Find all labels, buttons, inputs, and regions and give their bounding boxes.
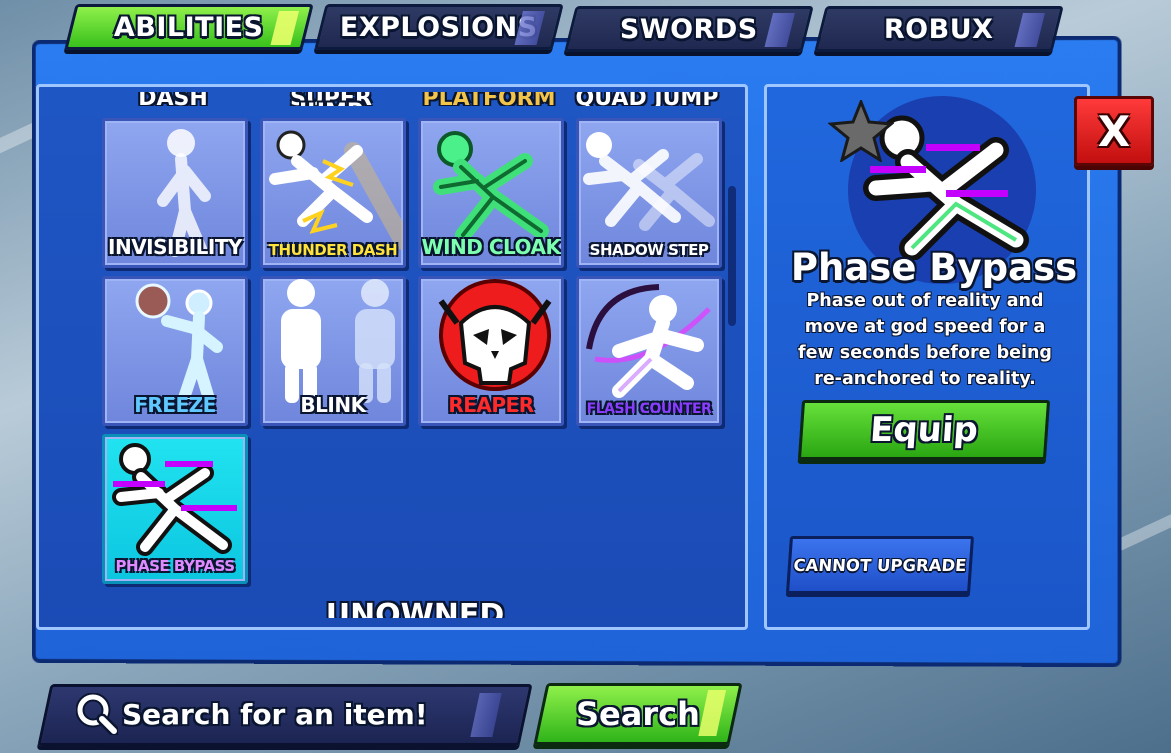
upgrade-label: CANNOT UPGRADE — [792, 555, 968, 575]
tab-explosions[interactable]: EXPLOSIONS — [314, 4, 564, 50]
ability-card-blink[interactable]: BLINK — [260, 276, 406, 426]
star-icon — [828, 100, 894, 162]
equip-button[interactable]: Equip — [797, 400, 1051, 460]
ability-title: Phase Bypass — [790, 246, 1078, 289]
item-label: DASH — [138, 92, 208, 106]
ability-name: WIND CLOAK — [421, 235, 561, 259]
tab-label: ROBUX — [884, 13, 994, 45]
ability-name: BLINK — [300, 393, 366, 417]
ability-name: FREEZE — [134, 393, 216, 417]
tab-label: EXPLOSIONS — [340, 11, 538, 43]
close-button[interactable]: X — [1074, 96, 1154, 166]
ability-card-reaper[interactable]: REAPER — [418, 276, 564, 426]
equip-label: Equip — [868, 410, 980, 450]
search-button[interactable]: Search — [533, 683, 743, 745]
item-label: SUPER JUMP — [290, 92, 372, 106]
list-item[interactable]: QUAD JUMP — [574, 92, 720, 108]
ability-name: THUNDER DASH — [268, 241, 398, 259]
ability-name: FLASH COUNTER — [586, 401, 712, 417]
tab-abilities[interactable]: ABILITIES — [64, 4, 314, 50]
ability-card-invisibility[interactable]: INVISIBILITY — [102, 118, 248, 268]
list-item[interactable]: PLATFORM — [416, 92, 562, 108]
item-label: PLATFORM — [422, 92, 556, 106]
ability-card-freeze[interactable]: FREEZE — [102, 276, 248, 426]
close-icon: X — [1097, 106, 1131, 156]
scrollbar[interactable] — [728, 186, 736, 326]
search-icon — [76, 693, 118, 735]
ability-description: Phase out of reality and move at god spe… — [798, 291, 1052, 389]
section-heading: UNOWNED — [325, 598, 505, 618]
tab-label: SWORDS — [620, 13, 758, 45]
ability-name: REAPER — [448, 393, 534, 417]
ability-name: INVISIBILITY — [108, 235, 242, 259]
tab-swords[interactable]: SWORDS — [564, 6, 814, 52]
ability-card-shadow-step[interactable]: SHADOW STEP — [576, 118, 722, 268]
list-item[interactable]: DASH — [100, 92, 246, 108]
ability-card-phase-bypass[interactable]: PHASE BYPASS — [102, 434, 248, 584]
ability-card-wind-cloak[interactable]: WIND CLOAK — [418, 118, 564, 268]
search-input[interactable] — [122, 690, 502, 738]
upgrade-button[interactable]: CANNOT UPGRADE — [785, 536, 975, 594]
ability-card-thunder-dash[interactable]: THUNDER DASH — [260, 118, 406, 268]
ability-name: PHASE BYPASS — [115, 557, 235, 575]
tab-label: ABILITIES — [114, 11, 264, 43]
tab-robux[interactable]: ROBUX — [814, 6, 1064, 52]
search-button-label: Search — [576, 695, 700, 733]
ability-card-flash-counter[interactable]: FLASH COUNTER — [576, 276, 722, 426]
ability-name: SHADOW STEP — [589, 241, 709, 259]
item-label: QUAD JUMP — [575, 92, 719, 106]
list-item[interactable]: SUPER JUMP — [258, 92, 404, 108]
